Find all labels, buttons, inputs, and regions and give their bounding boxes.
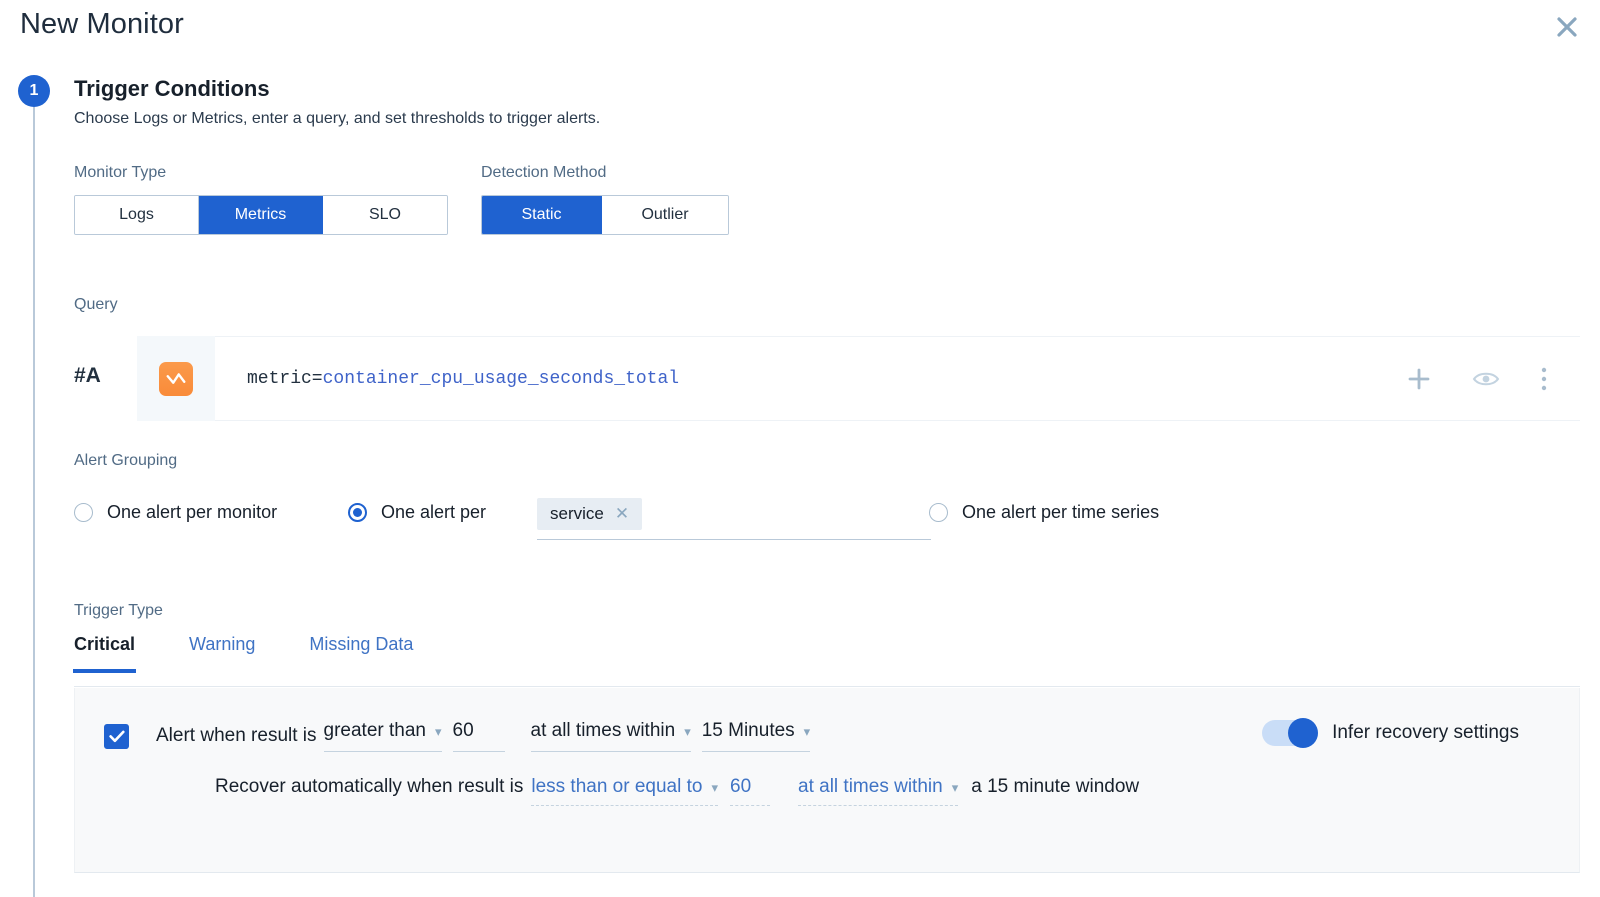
radio-one-alert-per-group[interactable]: One alert per [348, 502, 486, 523]
query-row: metric=container_cpu_usage_seconds_total [137, 336, 1580, 421]
tab-warning[interactable]: Warning [189, 634, 255, 673]
alert-condition-row: Alert when result is greater than ▾ 60 a… [104, 720, 810, 752]
recovery-occurrence-dropdown[interactable]: at all times within ▾ [798, 776, 958, 806]
new-monitor-dialog: New Monitor 1 Trigger Conditions Choose … [0, 0, 1600, 897]
monitor-type-option-metrics[interactable]: Metrics [199, 196, 323, 234]
plus-icon[interactable] [1406, 366, 1432, 392]
toggle-knob [1288, 718, 1318, 748]
radio-one-alert-per-monitor[interactable]: One alert per monitor [74, 502, 277, 523]
monitor-type-label: Monitor Type [74, 164, 166, 182]
chevron-down-icon: ▾ [684, 724, 691, 740]
close-small-icon[interactable]: ✕ [615, 504, 629, 524]
alert-condition-checkbox[interactable] [104, 724, 129, 749]
alert-threshold-input[interactable]: 60 [453, 720, 505, 752]
query-input[interactable]: metric=container_cpu_usage_seconds_total [247, 369, 679, 389]
trigger-type-label: Trigger Type [74, 602, 163, 620]
monitor-type-option-logs[interactable]: Logs [75, 196, 199, 234]
chevron-down-icon: ▾ [435, 724, 442, 740]
step-number-badge: 1 [18, 75, 50, 107]
tabs-divider [74, 686, 1580, 687]
trigger-condition-panel: Alert when result is greater than ▾ 60 a… [74, 688, 1580, 873]
recovery-occurrence-value: at all times within [798, 776, 943, 798]
tab-missing-data[interactable]: Missing Data [309, 634, 413, 673]
recovery-comparator-dropdown[interactable]: less than or equal to ▾ [531, 776, 718, 806]
detection-method-option-outlier[interactable]: Outlier [602, 196, 728, 234]
query-identifier: #A [74, 364, 101, 388]
recovery-threshold-input[interactable]: 60 [730, 776, 770, 806]
infer-recovery-toggle[interactable]: Infer recovery settings [1262, 720, 1519, 746]
query-prefix: metric= [247, 369, 323, 389]
chevron-down-icon: ▾ [711, 780, 718, 796]
page-title: New Monitor [20, 8, 184, 41]
infer-recovery-label: Infer recovery settings [1332, 722, 1519, 744]
detection-method-segmented-control: Static Outlier [481, 195, 729, 235]
radio-label: One alert per [381, 502, 486, 523]
alert-occurrence-value: at all times within [531, 720, 676, 742]
alert-comparator-value: greater than [324, 720, 426, 742]
recovery-window-text: a 15 minute window [971, 776, 1139, 798]
alert-window-dropdown[interactable]: 15 Minutes ▾ [702, 720, 810, 752]
recovery-threshold-value: 60 [730, 776, 751, 797]
chevron-down-icon: ▾ [952, 780, 959, 796]
alert-condition-prefix: Alert when result is [156, 725, 317, 747]
detection-method-option-static[interactable]: Static [482, 196, 602, 234]
detection-method-label: Detection Method [481, 164, 606, 182]
section-subtitle: Choose Logs or Metrics, enter a query, a… [74, 110, 600, 128]
radio-indicator [74, 503, 93, 522]
radio-one-alert-per-time-series[interactable]: One alert per time series [929, 502, 1159, 523]
recovery-prefix: Recover automatically when result is [215, 776, 523, 798]
recovery-comparator-value: less than or equal to [531, 776, 702, 798]
trigger-type-tabs: Critical Warning Missing Data [74, 634, 467, 673]
radio-indicator [929, 503, 948, 522]
query-value: container_cpu_usage_seconds_total [323, 369, 679, 389]
monitor-type-option-slo[interactable]: SLO [323, 196, 447, 234]
query-type-button[interactable] [137, 336, 215, 421]
chevron-down-icon: ▾ [804, 724, 811, 740]
radio-indicator [348, 503, 367, 522]
section-title: Trigger Conditions [74, 76, 270, 102]
monitor-type-segmented-control: Logs Metrics SLO [74, 195, 448, 235]
radio-label: One alert per monitor [107, 502, 277, 523]
query-actions [1406, 366, 1580, 392]
step-connector-line [33, 107, 35, 897]
metric-chart-icon [159, 362, 193, 396]
alert-window-value: 15 Minutes [702, 720, 795, 742]
group-by-tag-label: service [550, 504, 604, 524]
radio-label: One alert per time series [962, 502, 1159, 523]
toggle-track [1262, 720, 1318, 746]
group-by-input[interactable]: service ✕ [537, 496, 931, 540]
tab-critical[interactable]: Critical [74, 634, 135, 673]
close-icon[interactable] [1550, 10, 1584, 44]
recovery-condition-row: Recover automatically when result is les… [215, 776, 1139, 806]
more-vertical-icon[interactable] [1540, 366, 1548, 392]
eye-icon[interactable] [1472, 369, 1500, 389]
alert-comparator-dropdown[interactable]: greater than ▾ [324, 720, 442, 752]
alert-occurrence-dropdown[interactable]: at all times within ▾ [531, 720, 691, 752]
alert-threshold-value: 60 [453, 720, 474, 742]
alert-grouping-label: Alert Grouping [74, 452, 177, 470]
group-by-tag: service ✕ [537, 498, 642, 530]
query-label: Query [74, 296, 118, 314]
